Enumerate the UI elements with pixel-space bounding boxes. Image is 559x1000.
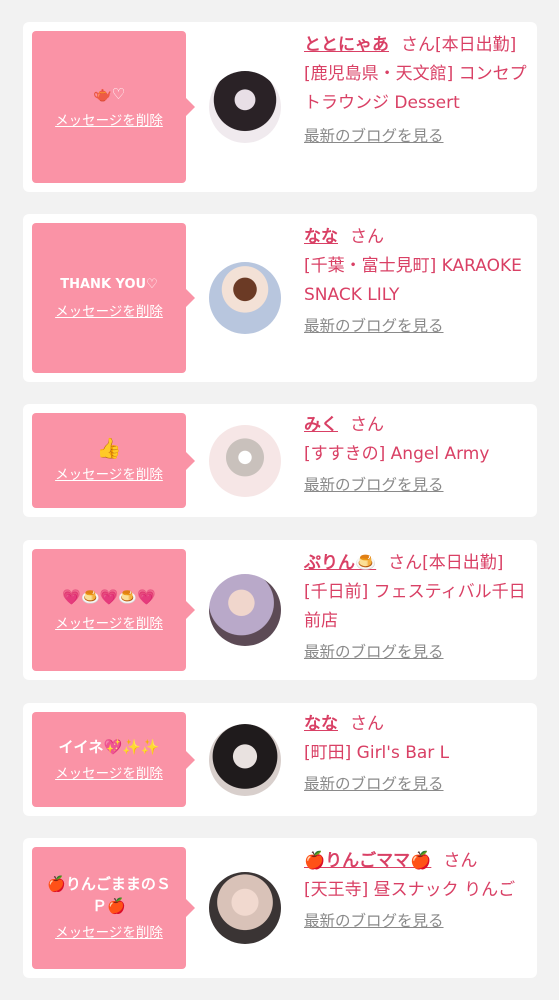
- delete-message-link[interactable]: メッセージを削除: [55, 111, 163, 131]
- avatar[interactable]: [209, 262, 281, 334]
- delete-message-link[interactable]: メッセージを削除: [55, 465, 163, 485]
- honorific: さん: [443, 851, 478, 871]
- avatar[interactable]: [209, 71, 281, 143]
- delete-message-link[interactable]: メッセージを削除: [55, 302, 163, 322]
- message-bubble: 👍 メッセージを削除: [32, 413, 195, 508]
- view-blog-link[interactable]: 最新のブログを見る: [304, 124, 444, 146]
- message-card: THANK YOU♡ メッセージを削除 なな さん [千葉・富士見町] KARAO…: [23, 214, 537, 382]
- message-text: 🫖♡: [92, 85, 126, 103]
- avatar[interactable]: [209, 574, 281, 646]
- avatar[interactable]: [209, 724, 281, 796]
- message-card: 💗🍮💗🍮💗 メッセージを削除 ぷりん🍮 さん[本日出勤] [千日前] フェスティバ…: [23, 540, 537, 680]
- message-card: 🍎りんごままのＳＰ🍎 メッセージを削除 🍎りんごママ🍎 さん [天王寺] 昼スナッ…: [23, 838, 537, 978]
- delete-message-link[interactable]: メッセージを削除: [55, 614, 163, 634]
- work-status: [本日出勤]: [422, 553, 504, 573]
- message-card: 🫖♡ メッセージを削除 ととにゃあ さん[本日出勤] [鹿児島県・天文館] コンセ…: [23, 22, 537, 192]
- message-bubble: イイネ💖✨✨ メッセージを削除: [32, 712, 195, 807]
- view-blog-link[interactable]: 最新のブログを見る: [304, 772, 444, 794]
- delete-message-link[interactable]: メッセージを削除: [55, 923, 163, 943]
- store-name: [すすきの] Angel Army: [304, 444, 490, 464]
- honorific: さん: [401, 35, 435, 55]
- sender-info: ぷりん🍮 さん[本日出勤] [千日前] フェスティバル千日前店 最新のブログを見る: [304, 549, 532, 662]
- message-bubble: 🍎りんごままのＳＰ🍎 メッセージを削除: [32, 847, 195, 969]
- sender-info: なな さん [千葉・富士見町] KARAOKE SNACK LILY 最新のブログ…: [304, 223, 532, 336]
- message-text: 👍: [96, 435, 122, 460]
- sender-info: ととにゃあ さん[本日出勤] [鹿児島県・天文館] コンセプトラウンジ Desse…: [304, 31, 532, 146]
- message-bubble: THANK YOU♡ メッセージを削除: [32, 223, 195, 373]
- sender-info: みく さん [すすきの] Angel Army 最新のブログを見る: [304, 411, 532, 495]
- sender-name-link[interactable]: なな: [304, 227, 338, 247]
- store-name: [天王寺] 昼スナック りんご: [304, 880, 516, 900]
- avatar[interactable]: [209, 872, 281, 944]
- message-text: イイネ💖✨✨: [58, 737, 160, 756]
- message-card: イイネ💖✨✨ メッセージを削除 なな さん [町田] Girl's Bar L 最…: [23, 703, 537, 816]
- message-bubble: 💗🍮💗🍮💗 メッセージを削除: [32, 549, 195, 671]
- sender-info: なな さん [町田] Girl's Bar L 最新のブログを見る: [304, 710, 532, 794]
- work-status: [本日出勤]: [435, 35, 517, 55]
- view-blog-link[interactable]: 最新のブログを見る: [304, 473, 444, 495]
- store-name: [千日前] フェスティバル千日前店: [304, 582, 526, 631]
- message-list: 🫖♡ メッセージを削除 ととにゃあ さん[本日出勤] [鹿児島県・天文館] コンセ…: [0, 0, 559, 1000]
- message-card: 👍 メッセージを削除 みく さん [すすきの] Angel Army 最新のブログ…: [23, 404, 537, 517]
- view-blog-link[interactable]: 最新のブログを見る: [304, 640, 444, 662]
- message-text: THANK YOU♡: [60, 277, 158, 292]
- sender-name-link[interactable]: ぷりん🍮: [304, 553, 376, 573]
- store-name: [鹿児島県・天文館] コンセプトラウンジ Dessert: [304, 64, 527, 113]
- message-bubble: 🫖♡ メッセージを削除: [32, 31, 195, 183]
- sender-name-link[interactable]: 🍎りんごママ🍎: [304, 851, 431, 871]
- honorific: さん: [350, 227, 384, 247]
- store-name: [町田] Girl's Bar L: [304, 743, 450, 763]
- store-name: [千葉・富士見町] KARAOKE SNACK LILY: [304, 256, 522, 305]
- honorific: さん: [350, 415, 384, 435]
- view-blog-link[interactable]: 最新のブログを見る: [304, 314, 444, 336]
- sender-info: 🍎りんごママ🍎 さん [天王寺] 昼スナック りんご 最新のブログを見る: [304, 847, 532, 931]
- honorific: さん: [350, 714, 384, 734]
- honorific: さん: [388, 553, 423, 573]
- avatar[interactable]: [209, 425, 281, 497]
- message-text: 🍎りんごままのＳＰ🍎: [47, 875, 171, 915]
- delete-message-link[interactable]: メッセージを削除: [55, 764, 163, 784]
- view-blog-link[interactable]: 最新のブログを見る: [304, 909, 444, 931]
- sender-name-link[interactable]: なな: [304, 714, 338, 734]
- sender-name-link[interactable]: みく: [304, 415, 338, 435]
- message-text: 💗🍮💗🍮💗: [62, 588, 156, 606]
- sender-name-link[interactable]: ととにゃあ: [304, 35, 389, 55]
